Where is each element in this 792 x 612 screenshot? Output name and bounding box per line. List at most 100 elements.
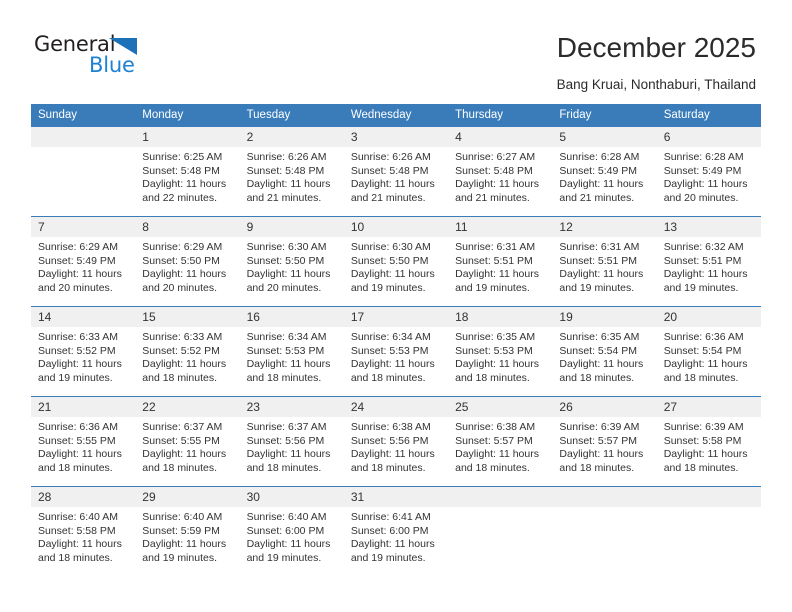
day-number: 5 (552, 127, 657, 147)
day-detail-line: Daylight: 11 hours (663, 448, 748, 461)
day-details: Sunrise: 6:31 AM Sunset: 5:51 PM Daylight:… (448, 237, 552, 295)
day-detail-line: Sunrise: 6:27 AM (455, 151, 536, 163)
calendar-day-cell[interactable]: 29 Sunrise: 6:40 AM Sunset: 5:59 PM Dayligh… (135, 486, 240, 576)
day-detail-line: Sunrise: 6:36 AM (38, 421, 118, 433)
day-detail-line: and 20 minutes. (142, 281, 217, 294)
day-detail-line: Daylight: 11 hours (455, 268, 539, 281)
calendar-day-cell[interactable]: 26 Sunrise: 6:39 AM Sunset: 5:57 PM Dayligh… (552, 396, 657, 487)
calendar-day-cell[interactable]: 9 Sunrise: 6:30 AM Sunset: 5:50 PM Daylight… (239, 216, 344, 307)
calendar-day-cell[interactable]: 21 Sunrise: 6:36 AM Sunset: 5:55 PM Dayligh… (31, 396, 136, 487)
day-detail-line: Sunset: 5:49 PM (559, 164, 638, 177)
calendar-day-cell[interactable]: 15 Sunrise: 6:33 AM Sunset: 5:52 PM Dayligh… (135, 306, 240, 397)
calendar-day-cell[interactable]: 27 Sunrise: 6:39 AM Sunset: 5:58 PM Dayligh… (656, 396, 761, 487)
day-detail-line: Sunrise: 6:37 AM (246, 421, 327, 433)
day-detail-line: Sunset: 5:51 PM (663, 254, 742, 267)
day-number: 3 (343, 127, 449, 147)
day-detail-line: and 22 minutes. (142, 191, 217, 204)
weekday-header-thursday: Thursday (448, 104, 553, 127)
calendar-day-cell[interactable]: 13 Sunrise: 6:32 AM Sunset: 5:51 PM Dayligh… (656, 216, 761, 307)
day-number: 4 (448, 127, 553, 147)
calendar-day-cell[interactable]: 5 Sunrise: 6:28 AM Sunset: 5:49 PM Daylight… (552, 126, 657, 217)
calendar-day-cell[interactable]: 1 Sunrise: 6:25 AM Sunset: 5:48 PM Daylight… (135, 126, 240, 217)
day-details: Sunrise: 6:32 AM Sunset: 5:51 PM Daylight:… (657, 237, 761, 295)
day-details: Sunrise: 6:25 AM Sunset: 5:48 PM Daylight:… (135, 147, 239, 205)
calendar-day-cell[interactable]: 3 Sunrise: 6:26 AM Sunset: 5:48 PM Daylight… (343, 126, 449, 217)
day-detail-line: Sunset: 5:55 PM (142, 434, 220, 447)
day-details: Sunrise: 6:36 AM Sunset: 5:55 PM Daylight:… (31, 417, 135, 475)
day-number: 31 (343, 487, 449, 507)
day-detail-line: Sunrise: 6:40 AM (246, 511, 327, 523)
day-detail-line: Sunset: 5:52 PM (38, 344, 116, 357)
calendar-day-cell[interactable]: 18 Sunrise: 6:35 AM Sunset: 5:53 PM Dayligh… (448, 306, 553, 397)
calendar-day-cell[interactable]: 24 Sunrise: 6:38 AM Sunset: 5:56 PM Dayligh… (343, 396, 449, 487)
day-detail-line: Sunrise: 6:26 AM (246, 151, 327, 163)
day-detail-line: and 21 minutes. (455, 191, 530, 204)
day-number: 26 (552, 397, 657, 417)
calendar-day-cell[interactable]: 8 Sunrise: 6:29 AM Sunset: 5:50 PM Daylight… (135, 216, 240, 307)
calendar-day-cell[interactable]: 16 Sunrise: 6:34 AM Sunset: 5:53 PM Dayligh… (239, 306, 344, 397)
day-detail-line: and 21 minutes. (559, 191, 635, 204)
day-detail-line: Daylight: 11 hours (246, 448, 331, 461)
day-number: 23 (239, 397, 344, 417)
calendar-day-cell[interactable]: 12 Sunrise: 6:31 AM Sunset: 5:51 PM Dayligh… (552, 216, 657, 307)
day-detail-line: Sunset: 5:48 PM (246, 164, 325, 177)
day-detail-line: and 18 minutes. (350, 371, 426, 384)
calendar-week-row: 7 Sunrise: 6:29 AM Sunset: 5:49 PM Daylight… (31, 216, 761, 307)
calendar-day-cell[interactable]: 6 Sunrise: 6:28 AM Sunset: 5:49 PM Daylight… (656, 126, 761, 217)
calendar-day-cell[interactable]: 25 Sunrise: 6:38 AM Sunset: 5:57 PM Dayligh… (448, 396, 553, 487)
calendar-day-cell[interactable]: 28 Sunrise: 6:40 AM Sunset: 5:58 PM Dayligh… (31, 486, 136, 576)
day-details: Sunrise: 6:28 AM Sunset: 5:49 PM Daylight:… (657, 147, 761, 205)
calendar-day-cell[interactable]: 31 Sunrise: 6:41 AM Sunset: 6:00 PM Dayligh… (343, 486, 449, 576)
day-details: Sunrise: 6:33 AM Sunset: 5:52 PM Daylight:… (31, 327, 135, 385)
calendar-day-cell[interactable]: 30 Sunrise: 6:40 AM Sunset: 6:00 PM Dayligh… (239, 486, 344, 576)
day-detail-line: Daylight: 11 hours (559, 268, 644, 281)
weekday-header-wednesday: Wednesday (343, 104, 449, 127)
calendar-day-cell[interactable]: 4 Sunrise: 6:27 AM Sunset: 5:48 PM Daylight… (448, 126, 553, 217)
day-details: Sunrise: 6:29 AM Sunset: 5:50 PM Daylight:… (135, 237, 239, 295)
calendar-day-cell[interactable]: 14 Sunrise: 6:33 AM Sunset: 5:52 PM Dayligh… (31, 306, 136, 397)
day-detail-line: Sunset: 6:00 PM (246, 524, 325, 537)
day-detail-line: and 18 minutes. (38, 461, 113, 474)
day-detail-line: Sunset: 5:48 PM (142, 164, 220, 177)
day-detail-line: and 18 minutes. (455, 461, 530, 474)
day-detail-line: Sunset: 5:57 PM (455, 434, 533, 447)
day-detail-line: Daylight: 11 hours (559, 358, 644, 371)
day-detail-line: Daylight: 11 hours (142, 448, 227, 461)
day-detail-line: Daylight: 11 hours (350, 268, 435, 281)
weekday-header-monday: Monday (135, 104, 240, 127)
day-details: Sunrise: 6:34 AM Sunset: 5:53 PM Daylight:… (240, 327, 344, 385)
day-detail-line: Daylight: 11 hours (350, 448, 435, 461)
calendar-day-cell[interactable]: 22 Sunrise: 6:37 AM Sunset: 5:55 PM Dayligh… (135, 396, 240, 487)
day-number: 18 (448, 307, 553, 327)
day-detail-line: and 19 minutes. (559, 281, 635, 294)
calendar-day-cell[interactable]: 20 Sunrise: 6:36 AM Sunset: 5:54 PM Dayligh… (656, 306, 761, 397)
calendar-day-cell[interactable]: 11 Sunrise: 6:31 AM Sunset: 5:51 PM Dayligh… (448, 216, 553, 307)
day-detail-line: Sunrise: 6:38 AM (350, 421, 431, 433)
day-number: 11 (448, 217, 553, 237)
day-detail-line: and 19 minutes. (38, 371, 113, 384)
day-number (656, 487, 761, 507)
calendar-day-cell[interactable]: 7 Sunrise: 6:29 AM Sunset: 5:49 PM Daylight… (31, 216, 136, 307)
day-detail-line: Daylight: 11 hours (663, 178, 748, 191)
calendar-day-cell[interactable]: 19 Sunrise: 6:35 AM Sunset: 5:54 PM Dayligh… (552, 306, 657, 397)
day-detail-line: Daylight: 11 hours (142, 268, 227, 281)
day-detail-line: Sunrise: 6:29 AM (38, 241, 118, 253)
day-number: 19 (552, 307, 657, 327)
day-detail-line: Daylight: 11 hours (455, 178, 539, 191)
calendar-day-cell[interactable]: 10 Sunrise: 6:30 AM Sunset: 5:50 PM Dayligh… (343, 216, 449, 307)
day-detail-line: Daylight: 11 hours (455, 358, 539, 371)
day-details: Sunrise: 6:27 AM Sunset: 5:48 PM Daylight:… (448, 147, 552, 205)
day-detail-line: Sunrise: 6:39 AM (663, 421, 744, 433)
day-detail-line: Sunset: 5:48 PM (455, 164, 533, 177)
day-number: 9 (239, 217, 344, 237)
day-detail-line: and 20 minutes. (38, 281, 113, 294)
day-detail-line: and 18 minutes. (559, 371, 635, 384)
calendar-day-cell[interactable]: 23 Sunrise: 6:37 AM Sunset: 5:56 PM Dayligh… (239, 396, 344, 487)
day-details: Sunrise: 6:30 AM Sunset: 5:50 PM Daylight:… (240, 237, 344, 295)
day-detail-line: Sunrise: 6:26 AM (350, 151, 431, 163)
day-details: Sunrise: 6:39 AM Sunset: 5:58 PM Daylight:… (657, 417, 761, 475)
calendar-day-cell[interactable]: 2 Sunrise: 6:26 AM Sunset: 5:48 PM Daylight… (239, 126, 344, 217)
day-detail-line: and 18 minutes. (663, 371, 739, 384)
day-detail-line: Sunrise: 6:38 AM (455, 421, 536, 433)
calendar-day-cell[interactable]: 17 Sunrise: 6:34 AM Sunset: 5:53 PM Dayligh… (343, 306, 449, 397)
